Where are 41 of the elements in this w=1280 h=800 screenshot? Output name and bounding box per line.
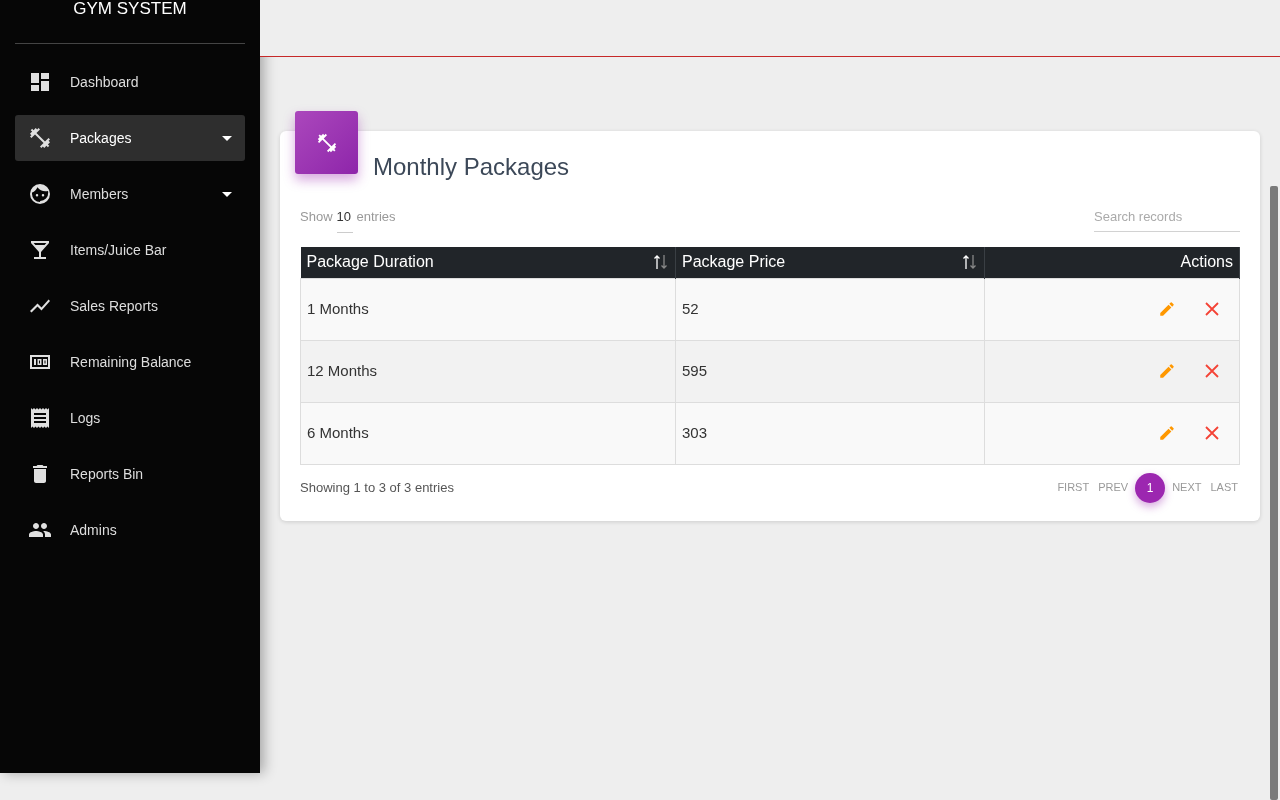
sidebar-item[interactable]: Members	[15, 171, 245, 217]
dumbbell-icon	[315, 131, 338, 154]
table-cell: 52	[675, 278, 985, 340]
column-header: Actions	[984, 247, 1240, 278]
card-title: Monthly Packages	[373, 153, 570, 180]
sidebar-item[interactable]: Sales Reports	[15, 283, 245, 329]
sidebar-item[interactable]: Items/Juice Bar	[15, 227, 245, 273]
page-length-select[interactable]: 10	[336, 207, 353, 233]
table-cell: 303	[675, 402, 985, 464]
sidebar-item[interactable]: Admins	[15, 507, 245, 553]
sidebar-item[interactable]: Dashboard	[15, 59, 245, 105]
close-icon	[1205, 364, 1219, 378]
table-cell: 595	[675, 340, 985, 402]
table-cell: 6 Months	[300, 402, 676, 464]
delete-button[interactable]	[1203, 300, 1221, 318]
close-icon	[1205, 302, 1219, 316]
delete-button[interactable]	[1203, 424, 1221, 442]
close-icon	[1205, 426, 1219, 440]
pencil-icon	[1158, 300, 1176, 318]
cocktail-glass-icon	[28, 238, 52, 262]
pagination-button[interactable]: 1	[1135, 472, 1166, 503]
sidebar-item[interactable]: Packages	[15, 115, 245, 161]
search-field[interactable]: Search records	[1094, 207, 1240, 232]
pencil-icon	[1158, 424, 1176, 442]
delete-button[interactable]	[1203, 362, 1221, 380]
dumbbell-icon	[28, 126, 52, 150]
length-label: entries	[356, 208, 396, 226]
sidebar-item[interactable]: Remaining Balance	[15, 339, 245, 385]
column-header[interactable]: Package Duration	[300, 247, 676, 278]
dashboard-icon	[28, 70, 52, 94]
column-header[interactable]: Package Price	[675, 247, 985, 278]
table-info: Showing 1 to 3 of 3 entries	[300, 478, 454, 497]
app-title: GYM SYSTEM	[73, 0, 187, 18]
length-label: Show	[300, 208, 333, 226]
sidebar-item[interactable]: Logs	[15, 395, 245, 441]
receipt-icon	[28, 406, 52, 430]
table-cell: 1 Months	[300, 278, 676, 340]
face-icon	[28, 182, 52, 206]
table-cell: 12 Months	[300, 340, 676, 402]
sidebar-item[interactable]: Reports Bin	[15, 451, 245, 497]
pencil-icon	[1158, 362, 1176, 380]
